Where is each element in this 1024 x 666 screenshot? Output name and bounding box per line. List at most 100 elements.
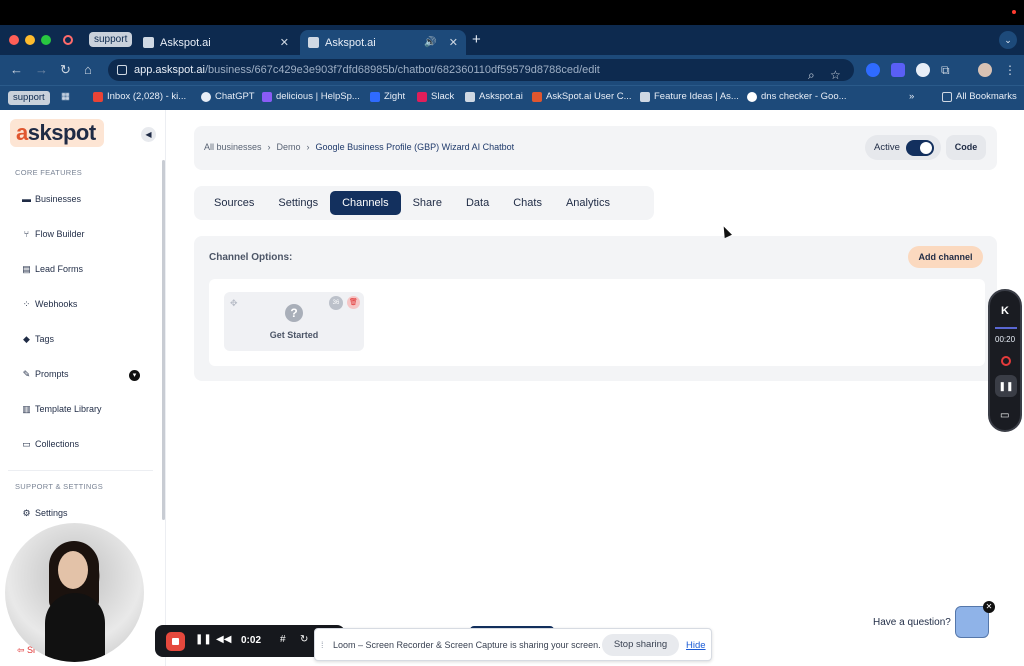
sidebar-item-template-library[interactable]: ▥ Template Library xyxy=(22,403,101,414)
bookmark-support-chip[interactable]: support xyxy=(8,91,50,105)
loom-grid-icon[interactable]: # xyxy=(280,634,286,645)
sidebar-item-settings[interactable]: ⚙ Settings xyxy=(22,507,67,518)
webcam-bubble[interactable] xyxy=(5,523,144,662)
active-toggle-control[interactable]: Active xyxy=(865,135,941,160)
channel-card[interactable]: ✥ ? Get Started 36 🗑 xyxy=(224,292,364,351)
tab-sources[interactable]: Sources xyxy=(202,191,266,215)
loom-restart-icon[interactable]: ↻ xyxy=(300,634,308,645)
bookmark-feature-ideas[interactable]: Feature Ideas | As... xyxy=(640,91,739,102)
new-tab-button[interactable]: + xyxy=(472,31,481,48)
hide-link[interactable]: Hide xyxy=(686,640,706,651)
back-arrow-icon[interactable]: ← xyxy=(10,62,23,77)
loom-camera-icon[interactable]: ▭ xyxy=(1000,410,1009,421)
briefcase-icon: ▬ xyxy=(22,193,31,204)
tab-chats[interactable]: Chats xyxy=(501,191,554,215)
active-toggle-switch[interactable] xyxy=(905,139,934,156)
gear-icon: ⚙ xyxy=(22,507,31,518)
loom-rewind-icon[interactable]: ◀◀ xyxy=(216,634,231,645)
tab-settings[interactable]: Settings xyxy=(266,191,330,215)
extensions-puzzle-icon[interactable]: ⧉ xyxy=(941,63,955,77)
sidebar-item-lead-forms[interactable]: ▤ Lead Forms xyxy=(22,264,83,274)
sidebar-item-prompts[interactable]: ✎ Prompts xyxy=(22,369,69,379)
main-content: All businesses › Demo › Google Business … xyxy=(166,110,1024,666)
bookmark-zight[interactable]: Zight xyxy=(370,91,405,102)
close-tab-icon[interactable]: ✕ xyxy=(449,36,458,49)
stop-sharing-button[interactable]: Stop sharing xyxy=(602,634,679,656)
extension-icon-3[interactable] xyxy=(916,63,930,77)
slack-icon xyxy=(417,91,427,102)
help-question-text[interactable]: Have a question? xyxy=(873,617,951,628)
home-icon[interactable]: ⌂ xyxy=(84,62,92,77)
app: askspot ◀ CORE FEATURES ▬ Businesses ⑂ Flo… xyxy=(0,110,1024,666)
maximize-window-button[interactable] xyxy=(41,35,51,45)
bookmark-helpspace[interactable]: delicious | HelpSp... xyxy=(262,91,360,102)
bookmark-slack[interactable]: Slack xyxy=(417,91,454,102)
browser-tab-2-active[interactable]: Askspot.ai 🔊 ✕ xyxy=(300,30,466,55)
collapse-sidebar-button[interactable]: ◀ xyxy=(141,127,156,142)
close-tab-icon[interactable]: ✕ xyxy=(280,36,289,49)
tab-share[interactable]: Share xyxy=(401,191,454,215)
tab-channels[interactable]: Channels xyxy=(330,191,401,215)
webcam-person-body xyxy=(45,593,105,662)
help-close-icon[interactable]: ✕ xyxy=(983,601,995,613)
address-bar[interactable]: app.askspot.ai/business/667c429e3e903f7d… xyxy=(108,59,854,82)
all-bookmarks[interactable]: All Bookmarks xyxy=(942,91,1017,102)
window-controls xyxy=(9,35,51,45)
tab-group-chip[interactable]: support xyxy=(89,32,133,47)
askspot-logo[interactable]: askspot xyxy=(10,119,104,147)
code-button[interactable]: Code xyxy=(946,135,986,160)
site-info-icon[interactable] xyxy=(117,65,127,75)
delete-channel-trash-icon[interactable]: 🗑 xyxy=(347,296,360,309)
apps-grid-icon[interactable]: ▦ xyxy=(61,91,70,102)
loom-pause-icon[interactable]: ❚❚ xyxy=(195,634,212,645)
loom-side-timer: 00:20 xyxy=(995,335,1016,344)
breadcrumb-all-businesses[interactable]: All businesses xyxy=(204,142,262,152)
askspot-favicon-icon xyxy=(143,37,154,48)
sidebar-item-tags[interactable]: ◆ Tags xyxy=(22,334,54,344)
loom-stop-button[interactable] xyxy=(166,632,185,651)
sidebar-item-webhooks[interactable]: ⁘ Webhooks xyxy=(22,299,78,309)
drag-handle-icon[interactable]: ✥ xyxy=(230,298,238,309)
speaker-icon[interactable]: 🔊 xyxy=(424,37,436,48)
section-tabs: Sources Settings Channels Share Data Cha… xyxy=(194,186,654,220)
breadcrumb-demo[interactable]: Demo xyxy=(277,142,301,152)
tab-bar: support Askspot.ai ✕ Askspot.ai 🔊 ✕ + ⌄ xyxy=(0,25,1024,55)
bookmarks-overflow-button[interactable]: » xyxy=(909,91,914,102)
loom-pause-button[interactable]: ❚❚ xyxy=(995,375,1017,397)
bookmark-star-icon[interactable]: ☆ xyxy=(830,64,841,86)
drag-grip-icon[interactable]: ⁞ xyxy=(321,640,324,650)
zoom-icon[interactable]: ⌕ xyxy=(808,64,815,86)
profile-avatar[interactable] xyxy=(978,63,992,77)
chatgpt-icon xyxy=(201,91,211,102)
template-icon: ▥ xyxy=(22,403,31,414)
bookmark-chatgpt[interactable]: ChatGPT xyxy=(201,91,255,102)
browser-menu-icon[interactable]: ⋮ xyxy=(1004,63,1018,77)
tab-title: Askspot.ai xyxy=(160,36,211,49)
browser-tab-1[interactable]: Askspot.ai ✕ xyxy=(135,30,297,55)
extension-icon-1[interactable] xyxy=(866,63,880,77)
tab-search-chevron-icon[interactable]: ⌄ xyxy=(999,31,1017,49)
add-channel-button[interactable]: Add channel xyxy=(908,246,983,268)
sidebar-item-flow-builder[interactable]: ⑂ Flow Builder xyxy=(22,229,85,239)
bookmark-askspot-user[interactable]: AskSpot.ai User C... xyxy=(532,91,632,102)
sidebar-item-businesses[interactable]: ▬ Businesses xyxy=(22,194,81,204)
loom-logo-icon[interactable]: K xyxy=(1001,305,1009,317)
tab-data[interactable]: Data xyxy=(454,191,501,215)
close-window-button[interactable] xyxy=(9,35,19,45)
tab-analytics[interactable]: Analytics xyxy=(554,191,622,215)
loom-record-icon[interactable] xyxy=(1001,356,1011,366)
sidebar-scrollbar[interactable] xyxy=(162,160,165,520)
reload-icon[interactable]: ↻ xyxy=(60,62,71,78)
channel-options-title: Channel Options: xyxy=(209,252,293,263)
gmail-icon xyxy=(93,91,103,102)
bookmark-gmail[interactable]: Inbox (2,028) - ki... xyxy=(93,91,186,102)
extension-icon-2[interactable] xyxy=(891,63,905,77)
bookmark-dns-checker[interactable]: dns checker - Goo... xyxy=(747,91,847,102)
forward-arrow-icon[interactable]: → xyxy=(35,62,48,77)
sidebar-item-collections[interactable]: ▭ Collections xyxy=(22,439,79,449)
browser-chrome: support Askspot.ai ✕ Askspot.ai 🔊 ✕ + ⌄ … xyxy=(0,25,1024,110)
minimize-window-button[interactable] xyxy=(25,35,35,45)
prompts-expand-chevron-icon[interactable]: ▾ xyxy=(129,370,140,381)
folder-icon xyxy=(942,91,952,102)
bookmark-askspot[interactable]: Askspot.ai xyxy=(465,91,523,102)
